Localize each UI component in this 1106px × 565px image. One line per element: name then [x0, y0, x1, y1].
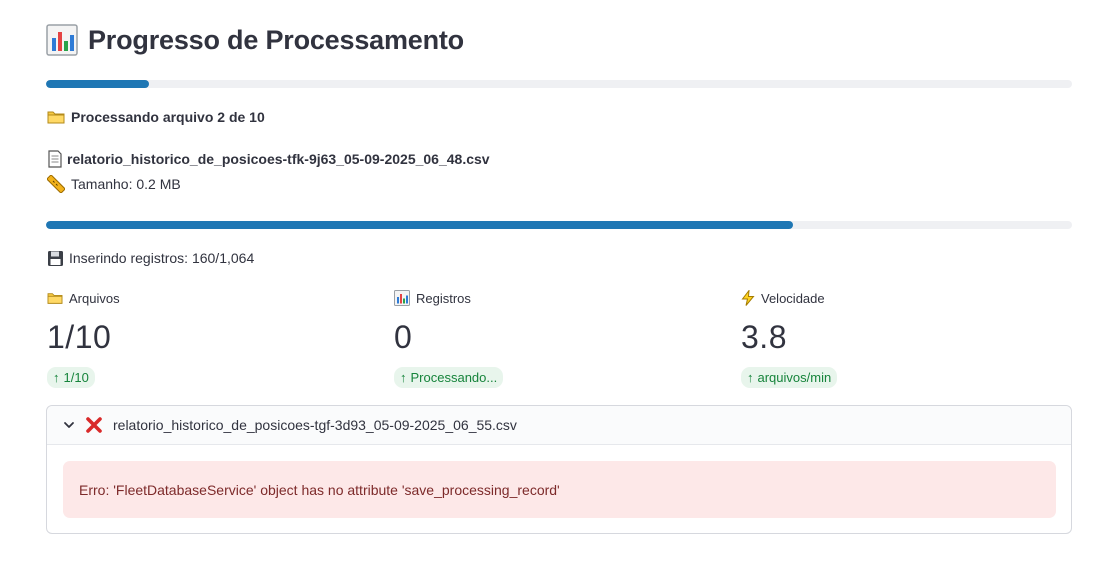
processing-status-text: Processando arquivo 2 de 10	[71, 109, 265, 125]
metric-delta-text: arquivos/min	[757, 370, 832, 385]
error-expander: relatorio_historico_de_posicoes-tgf-3d93…	[46, 405, 1072, 534]
overall-progress-fill	[46, 80, 149, 88]
expander-title: relatorio_historico_de_posicoes-tgf-3d93…	[113, 417, 517, 433]
file-size: Tamanho: 0.2 MB	[47, 174, 181, 194]
document-icon	[48, 150, 62, 168]
metric-value: 0	[394, 319, 413, 355]
metric-label: Velocidade	[761, 290, 825, 306]
metric-delta-badge: ↑ 1/10	[47, 367, 95, 388]
overall-progress-bar	[46, 80, 1072, 88]
bar-chart-icon	[46, 24, 78, 56]
metric-registros: Registros 0 ↑ Processando...	[394, 289, 714, 388]
folder-icon	[47, 293, 63, 304]
page-title-text: Progresso de Processamento	[88, 24, 464, 55]
metric-label: Arquivos	[69, 290, 120, 306]
metric-velocidade: Velocidade 3.8 ↑ arquivos/min	[741, 289, 1061, 388]
insert-status-text: Inserindo registros: 160/1,064	[69, 250, 255, 266]
chevron-down-icon[interactable]	[63, 419, 75, 431]
metric-value: 1/10	[47, 319, 112, 355]
arrow-up-icon: ↑	[400, 370, 407, 385]
metric-delta-text: 1/10	[63, 370, 89, 385]
page-title: Progresso de Processamento	[46, 20, 464, 60]
processing-status: Processando arquivo 2 de 10	[47, 107, 265, 127]
floppy-disk-icon	[48, 250, 63, 266]
folder-icon	[47, 111, 65, 124]
error-x-icon	[86, 417, 102, 433]
metric-delta-text: Processando...	[410, 370, 498, 385]
metric-delta-badge: ↑ arquivos/min	[741, 367, 838, 388]
insert-progress-bar	[46, 221, 1072, 229]
bar-chart-icon	[394, 290, 410, 306]
metric-value: 3.8	[741, 319, 787, 355]
current-file-name: relatorio_historico_de_posicoes-tfk-9j63…	[67, 151, 490, 167]
error-message-box: Erro: 'FleetDatabaseService' object has …	[63, 461, 1056, 518]
metric-label: Registros	[416, 290, 471, 306]
expander-header[interactable]: relatorio_historico_de_posicoes-tgf-3d93…	[47, 406, 1071, 445]
current-file: relatorio_historico_de_posicoes-tfk-9j63…	[47, 149, 490, 169]
ruler-icon	[47, 175, 65, 193]
error-message-text: Erro: 'FleetDatabaseService' object has …	[79, 481, 560, 498]
file-size-text: Tamanho: 0.2 MB	[71, 176, 181, 192]
insert-progress-fill	[46, 221, 793, 229]
arrow-up-icon: ↑	[53, 370, 60, 385]
metric-arquivos: Arquivos 1/10 ↑ 1/10	[47, 289, 367, 388]
metric-delta-badge: ↑ Processando...	[394, 367, 504, 388]
arrow-up-icon: ↑	[747, 370, 754, 385]
lightning-icon	[741, 290, 755, 306]
insert-status: Inserindo registros: 160/1,064	[47, 248, 254, 268]
